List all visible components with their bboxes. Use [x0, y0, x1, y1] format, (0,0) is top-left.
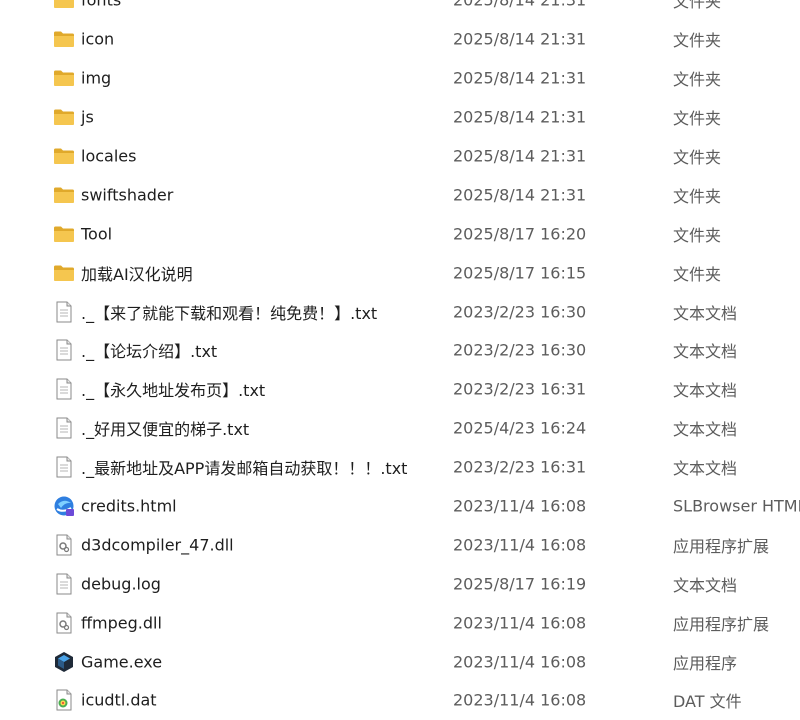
folder-icon [53, 223, 75, 245]
file-name: d3dcompiler_47.dll [81, 535, 234, 555]
dll-file-icon [53, 534, 75, 556]
exe-app-icon [53, 651, 75, 673]
file-type: 文本文档 [673, 575, 738, 595]
file-date-modified: 2025/8/14 21:31 [453, 146, 587, 166]
text-file-icon [53, 339, 75, 361]
file-name: Game.exe [81, 652, 163, 672]
file-type: 文件夹 [673, 225, 722, 245]
file-type: 文件夹 [673, 148, 722, 167]
file-name: credits.html [81, 496, 177, 516]
file-list: fonts 2025/8/14 21:31 文件夹 icon 2025/8/14… [0, 0, 800, 720]
file-name: js [81, 107, 94, 127]
folder-icon [53, 67, 75, 89]
file-row[interactable]: fonts 2025/8/14 21:31 文件夹 [0, 0, 800, 20]
file-date-modified: 2023/2/23 16:31 [453, 457, 587, 477]
file-name: icon [81, 29, 115, 49]
file-type: 应用程序扩展 [673, 536, 770, 556]
file-row[interactable]: d3dcompiler_47.dll 2023/11/4 16:08 应用程序扩… [0, 525, 800, 564]
file-name: ffmpeg.dll [81, 613, 162, 633]
file-row[interactable]: img 2025/8/14 21:31 文件夹 [0, 59, 800, 98]
file-type: 文件夹 [673, 109, 722, 129]
text-file-icon [53, 417, 75, 439]
file-type: DAT 文件 [673, 692, 742, 712]
file-date-modified: 2025/8/17 16:20 [453, 224, 587, 244]
file-row[interactable]: icon 2025/8/14 21:31 文件夹 [0, 20, 800, 59]
text-file-icon [53, 378, 75, 400]
file-type: 文件夹 [673, 186, 722, 206]
file-row[interactable]: debug.log 2025/8/17 16:19 文本文档 [0, 564, 800, 603]
file-name: ._【论坛介绍】.txt [81, 342, 218, 362]
file-row[interactable]: swiftshader 2025/8/14 21:31 文件夹 [0, 175, 800, 214]
file-date-modified: 2025/8/14 21:31 [453, 185, 587, 205]
file-date-modified: 2025/8/14 21:31 [453, 68, 587, 88]
file-row[interactable]: credits.html 2023/11/4 16:08 SLBrowser H… [0, 487, 800, 526]
file-type: 文本文档 [673, 303, 738, 323]
file-date-modified: 2025/8/14 21:31 [453, 0, 587, 10]
file-type: SLBrowser HTML [673, 496, 800, 516]
file-date-modified: 2023/2/23 16:30 [453, 302, 587, 322]
file-date-modified: 2025/8/14 21:31 [453, 107, 587, 127]
file-date-modified: 2023/11/4 16:08 [453, 652, 587, 672]
file-name: img [81, 68, 112, 88]
folder-icon [53, 28, 75, 50]
file-type: 文件夹 [673, 70, 722, 90]
folder-icon [53, 106, 75, 128]
browser-html-icon [53, 495, 75, 517]
file-date-modified: 2023/2/23 16:30 [453, 340, 587, 360]
file-row[interactable]: ._【来了就能下载和观看！纯免费！】.txt 2023/2/23 16:30 文… [0, 292, 800, 331]
file-name: 加载AI汉化说明 [81, 264, 193, 284]
file-name: ._【永久地址发布页】.txt [81, 381, 266, 401]
file-date-modified: 2025/8/17 16:15 [453, 263, 587, 283]
file-name: locales [81, 146, 137, 166]
file-name: Tool [81, 224, 113, 244]
file-row[interactable]: locales 2025/8/14 21:31 文件夹 [0, 137, 800, 176]
file-date-modified: 2023/11/4 16:08 [453, 690, 587, 710]
file-type: 应用程序扩展 [673, 614, 770, 634]
text-file-icon [53, 573, 75, 595]
file-date-modified: 2025/8/17 16:19 [453, 574, 587, 594]
file-date-modified: 2023/11/4 16:08 [453, 535, 587, 555]
file-row[interactable]: js 2025/8/14 21:31 文件夹 [0, 98, 800, 137]
file-row[interactable]: ffmpeg.dll 2023/11/4 16:08 应用程序扩展 [0, 603, 800, 642]
file-name: debug.log [81, 574, 161, 594]
text-file-icon [53, 301, 75, 323]
file-type: 文件夹 [673, 0, 722, 12]
file-type: 文件夹 [673, 31, 722, 51]
file-name: swiftshader [81, 185, 174, 205]
file-name: icudtl.dat [81, 690, 157, 710]
file-type: 文本文档 [673, 459, 738, 479]
file-name: ._好用又便宜的梯子.txt [81, 420, 250, 440]
folder-icon [53, 262, 75, 284]
folder-icon [53, 145, 75, 167]
file-row[interactable]: Tool 2025/8/17 16:20 文件夹 [0, 214, 800, 253]
folder-icon [53, 184, 75, 206]
file-name: ._最新地址及APP请发邮箱自动获取！！！.txt [81, 459, 408, 479]
dll-file-icon [53, 612, 75, 634]
file-name: ._【来了就能下载和观看！纯免费！】.txt [81, 303, 378, 323]
file-row[interactable]: ._【永久地址发布页】.txt 2023/2/23 16:31 文本文档 [0, 370, 800, 409]
file-type: 文件夹 [673, 264, 722, 284]
file-date-modified: 2025/8/14 21:31 [453, 29, 587, 49]
file-row[interactable]: 加载AI汉化说明 2025/8/17 16:15 文件夹 [0, 253, 800, 292]
file-type: 文本文档 [673, 381, 738, 401]
file-name: fonts [81, 0, 122, 10]
file-row[interactable]: ._好用又便宜的梯子.txt 2025/4/23 16:24 文本文档 [0, 409, 800, 448]
file-date-modified: 2023/11/4 16:08 [453, 496, 587, 516]
file-row[interactable]: Game.exe 2023/11/4 16:08 应用程序 [0, 642, 800, 681]
file-date-modified: 2023/11/4 16:08 [453, 613, 587, 633]
file-row[interactable]: icudtl.dat 2023/11/4 16:08 DAT 文件 [0, 681, 800, 720]
file-type: 应用程序 [673, 653, 738, 673]
file-row[interactable]: ._最新地址及APP请发邮箱自动获取！！！.txt 2023/2/23 16:3… [0, 448, 800, 487]
file-type: 文本文档 [673, 420, 738, 440]
file-type: 文本文档 [673, 342, 738, 362]
text-file-icon [53, 456, 75, 478]
folder-icon [53, 0, 75, 11]
file-date-modified: 2025/4/23 16:24 [453, 418, 587, 438]
dat-file-icon [53, 689, 75, 711]
file-date-modified: 2023/2/23 16:31 [453, 379, 587, 399]
file-row[interactable]: ._【论坛介绍】.txt 2023/2/23 16:30 文本文档 [0, 331, 800, 370]
